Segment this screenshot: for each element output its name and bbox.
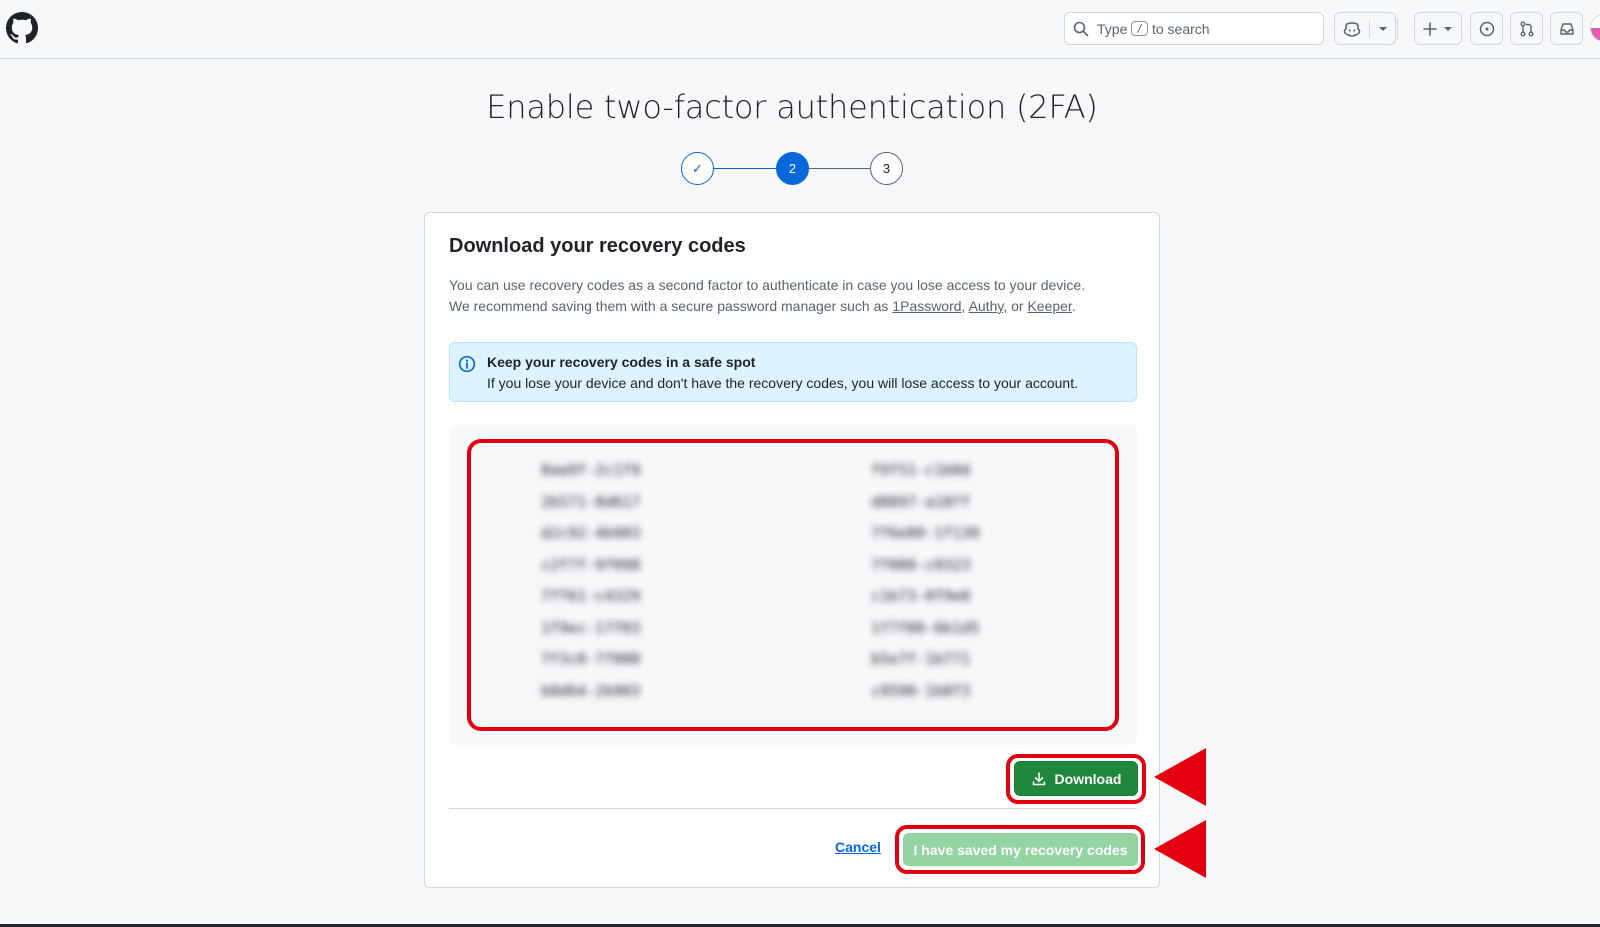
pull-requests-button[interactable] <box>1510 12 1543 45</box>
search-shortcut-key: / <box>1131 21 1148 36</box>
search-input[interactable]: Type / to search <box>1064 12 1324 45</box>
chevron-down-icon <box>1444 26 1452 31</box>
step-3-upcoming: 3 <box>870 152 903 185</box>
step-number: 3 <box>882 161 891 176</box>
step-number: 2 <box>788 161 797 176</box>
top-navigation-bar: Type / to search <box>0 0 1600 59</box>
card-heading: Download your recovery codes <box>449 235 746 257</box>
info-icon <box>458 355 476 373</box>
description-separator: , <box>961 298 966 314</box>
flash-title: Keep your recovery codes in a safe spot <box>487 354 756 370</box>
plus-icon <box>1423 21 1437 36</box>
issues-button[interactable] <box>1470 12 1503 45</box>
link-keeper[interactable]: Keeper <box>1027 298 1071 314</box>
link-authy[interactable]: Authy <box>969 298 1004 314</box>
step-2-current: 2 <box>776 152 809 185</box>
saved-button-highlight-box <box>895 825 1145 874</box>
link-1password[interactable]: 1Password <box>892 298 961 314</box>
info-flash: Keep your recovery codes in a safe spot … <box>449 342 1137 402</box>
flash-body: If you lose your device and don't have t… <box>487 375 1078 391</box>
recovery-codes-description: You can use recovery codes as a second f… <box>449 275 1109 317</box>
search-icon <box>1073 21 1089 36</box>
pointer-arrow-download <box>1154 748 1206 806</box>
chevron-down-icon <box>1378 26 1387 31</box>
recovery-codes-card: Download your recovery codes You can use… <box>424 212 1160 888</box>
check-icon: ✓ <box>692 160 703 176</box>
step-1-complete: ✓ <box>681 152 714 185</box>
codes-highlight-box <box>467 439 1119 731</box>
avatar[interactable] <box>1590 14 1600 42</box>
copilot-button[interactable] <box>1334 12 1396 45</box>
description-end: . <box>1071 298 1076 314</box>
page-title: Enable two-factor authentication (2FA) <box>486 88 1098 126</box>
header-separator <box>1397 18 1398 40</box>
github-logo-icon[interactable] <box>6 12 38 44</box>
issues-icon <box>1479 21 1494 36</box>
pointer-arrow-saved <box>1154 820 1206 878</box>
inbox-icon <box>1559 22 1574 35</box>
pull-request-icon <box>1520 21 1533 36</box>
create-new-button[interactable] <box>1414 12 1462 45</box>
search-suffix: to search <box>1151 20 1210 37</box>
divider <box>449 808 1137 809</box>
copilot-icon <box>1343 21 1360 37</box>
stepper-connector <box>714 168 776 169</box>
stepper-connector <box>809 168 870 169</box>
search-prefix: Type <box>1097 20 1128 37</box>
cancel-button[interactable]: Cancel <box>835 839 881 855</box>
description-separator: , or <box>1003 298 1024 314</box>
download-highlight-box <box>1006 754 1146 804</box>
inbox-button[interactable] <box>1550 12 1583 45</box>
